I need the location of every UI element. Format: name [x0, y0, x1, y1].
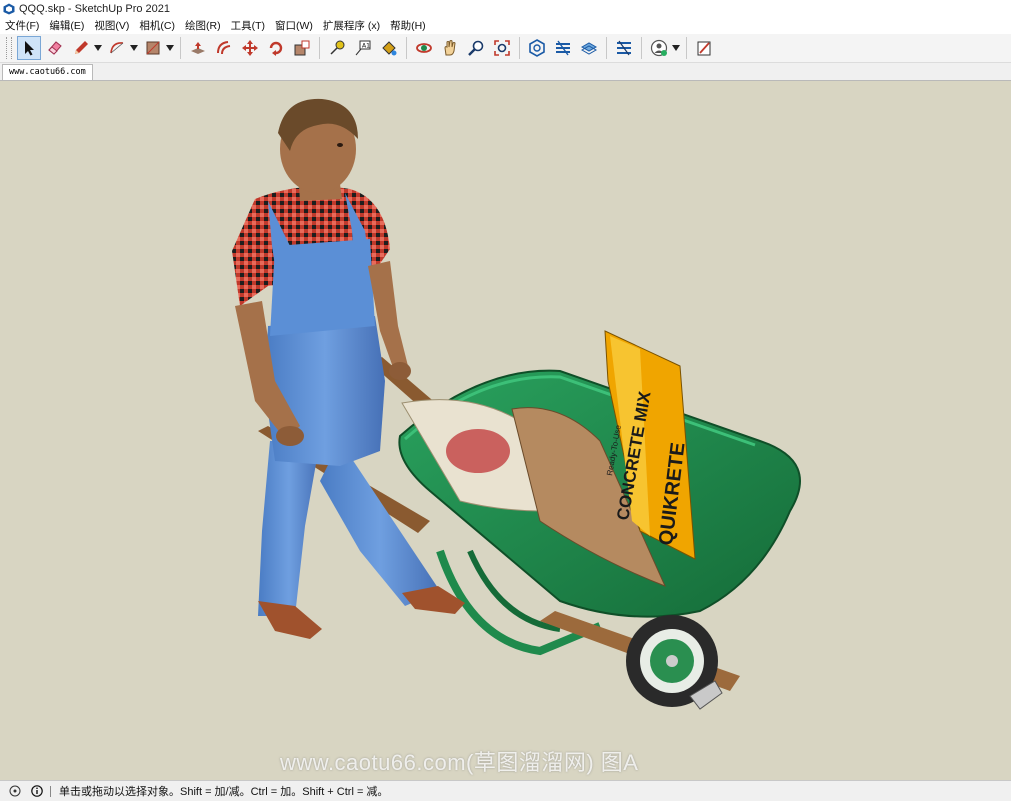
zoom-tool-button[interactable] [464, 36, 488, 60]
title-bar: QQQ.skp - SketchUp Pro 2021 [0, 0, 1011, 17]
chevron-down-icon [672, 45, 680, 51]
pushpull-icon [191, 42, 205, 54]
location-icon [9, 785, 21, 797]
text-icon: A1 [355, 40, 371, 56]
text-tool-button[interactable]: A1 [351, 36, 375, 60]
arc-icon [110, 42, 124, 54]
orbit-icon [416, 43, 432, 53]
warehouse-icon [529, 39, 545, 57]
tape-tool-button[interactable] [325, 36, 349, 60]
rotate-tool-button[interactable] [264, 36, 288, 60]
menu-draw[interactable]: 绘图(R) [180, 18, 226, 33]
account-dropdown[interactable] [672, 36, 680, 60]
menu-extensions[interactable]: 扩展程序 (x) [318, 18, 385, 33]
model-viewport[interactable]: CONCRETE MIX QUIKRETE Ready-To-Use www.c… [0, 81, 1011, 780]
info-circle-icon [31, 785, 43, 797]
svg-text:A1: A1 [362, 43, 370, 50]
menu-window[interactable]: 窗口(W) [270, 18, 318, 33]
account-icon [650, 39, 668, 57]
geolocation-icon[interactable] [8, 784, 22, 798]
toolbar-separator [406, 37, 407, 59]
select-tool-button[interactable] [17, 36, 41, 60]
scene-tab[interactable]: www.caotu66.com [2, 64, 93, 80]
select-icon [25, 41, 34, 56]
pencil-icon [75, 41, 88, 54]
chevron-down-icon [166, 45, 174, 51]
paint-tool-button[interactable] [377, 36, 401, 60]
status-bar: 单击或拖动以选择对象。Shift = 加/减。Ctrl = 加。Shift + … [0, 780, 1011, 801]
move-tool-button[interactable] [238, 36, 262, 60]
pencil-tool-button[interactable] [69, 36, 93, 60]
scene-tab-bar: www.caotu66.com [0, 63, 1011, 81]
status-message: 单击或拖动以选择对象。Shift = 加/减。Ctrl = 加。Shift + … [59, 786, 389, 798]
rotate-icon [269, 41, 283, 56]
zoom-icon [468, 40, 484, 56]
eraser-icon [48, 41, 62, 55]
offset-tool-button[interactable] [212, 36, 236, 60]
account-button[interactable] [647, 36, 671, 60]
arc-dropdown[interactable] [130, 36, 138, 60]
layout-button[interactable] [577, 36, 601, 60]
tape-measure-icon [330, 40, 345, 55]
3d-warehouse-button[interactable] [525, 36, 549, 60]
arc-tool-button[interactable] [105, 36, 129, 60]
toolbar-grip[interactable] [6, 37, 12, 59]
toolbar-separator [180, 37, 181, 59]
toolbar-separator [519, 37, 520, 59]
menu-file[interactable]: 文件(F) [0, 18, 44, 33]
info-icon[interactable] [30, 784, 44, 798]
styles-button[interactable] [612, 36, 636, 60]
sketchup-app-icon [3, 3, 15, 14]
toolbar-separator [641, 37, 642, 59]
window-title: QQQ.skp - SketchUp Pro 2021 [19, 2, 171, 15]
scale-tool-button[interactable] [290, 36, 314, 60]
layout-icon [580, 42, 598, 55]
man-figure [232, 98, 465, 639]
pan-hand-icon [444, 40, 456, 56]
zoom-extents-tool-button[interactable] [490, 36, 514, 60]
pushpull-tool-button[interactable] [186, 36, 210, 60]
zoom-extents-icon [494, 40, 510, 56]
extension-warehouse-button[interactable] [551, 36, 575, 60]
offset-icon [217, 41, 231, 55]
notes-icon [697, 41, 711, 56]
main-toolbar: A1 [0, 34, 1011, 63]
menu-help[interactable]: 帮助(H) [385, 18, 431, 33]
notes-button[interactable] [692, 36, 716, 60]
menu-bar: 文件(F) 编辑(E) 视图(V) 相机(C) 绘图(R) 工具(T) 窗口(W… [0, 17, 1011, 34]
toolbar-separator [319, 37, 320, 59]
orbit-tool-button[interactable] [412, 36, 436, 60]
scene-illustration: CONCRETE MIX QUIKRETE Ready-To-Use [232, 98, 801, 710]
eraser-tool-button[interactable] [43, 36, 67, 60]
status-divider [50, 785, 51, 797]
menu-tools[interactable]: 工具(T) [226, 18, 270, 33]
menu-camera[interactable]: 相机(C) [134, 18, 180, 33]
scale-icon [294, 40, 310, 56]
watermark-text: www.caotu66.com(草图溜溜网) 图A [280, 750, 639, 775]
pan-tool-button[interactable] [438, 36, 462, 60]
styles-icon [617, 40, 631, 56]
shape-tool-button[interactable] [141, 36, 165, 60]
chevron-down-icon [94, 45, 102, 51]
extension-warehouse-icon [556, 40, 570, 56]
menu-edit[interactable]: 编辑(E) [44, 18, 89, 33]
shape-dropdown[interactable] [166, 36, 174, 60]
chevron-down-icon [130, 45, 138, 51]
menu-view[interactable]: 视图(V) [89, 18, 134, 33]
toolbar-separator [606, 37, 607, 59]
move-icon [242, 40, 258, 56]
shape-icon [146, 41, 160, 55]
paint-bucket-icon [382, 41, 397, 56]
pencil-dropdown[interactable] [94, 36, 102, 60]
toolbar-separator [686, 37, 687, 59]
